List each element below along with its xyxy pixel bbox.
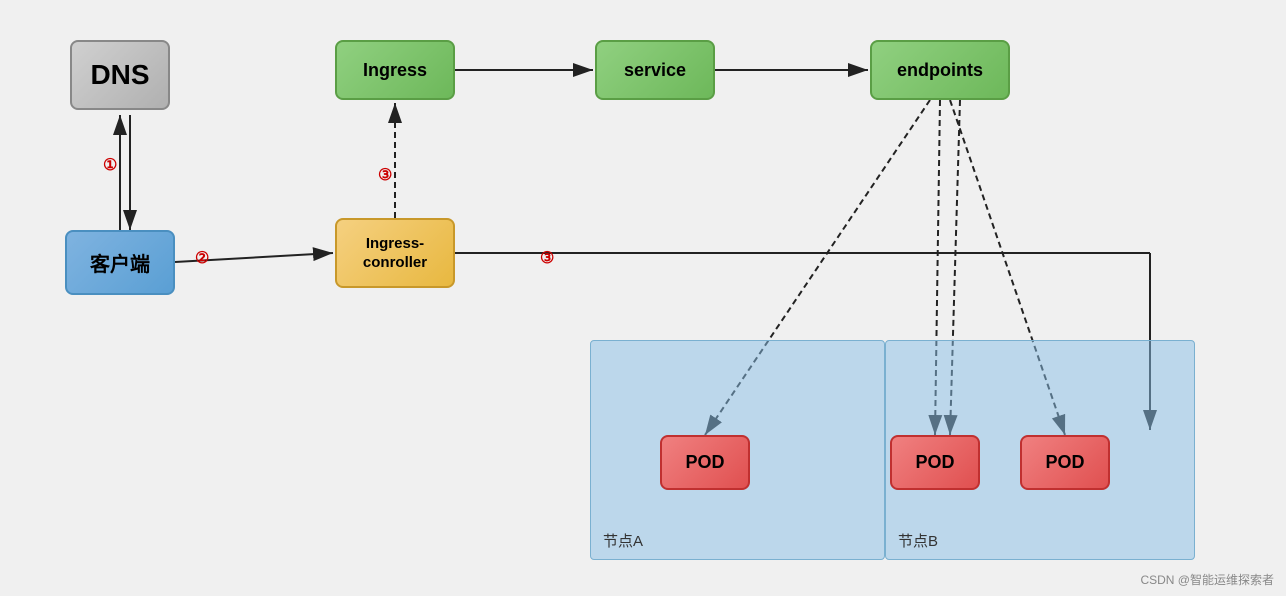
step-3b-label: ③ <box>540 248 554 268</box>
dns-box: DNS <box>70 40 170 110</box>
step-3a-label: ③ <box>378 165 392 185</box>
pod3-label: POD <box>1045 452 1084 473</box>
client-label: 客户端 <box>90 248 150 277</box>
ingress-label: Ingress <box>363 60 427 81</box>
diagram-container: DNS 客户端 Ingress service endpoints Ingres… <box>0 0 1286 596</box>
pod1-box: POD <box>660 435 750 490</box>
pod1-label: POD <box>685 452 724 473</box>
pod2-box: POD <box>890 435 980 490</box>
endpoints-box: endpoints <box>870 40 1010 100</box>
step-2-label: ② <box>195 248 209 268</box>
pod3-box: POD <box>1020 435 1110 490</box>
dns-label: DNS <box>90 59 149 91</box>
ingress-controller-label: Ingress-conroller <box>363 234 427 273</box>
node-a-label: 节点A <box>603 530 643 551</box>
client-box: 客户端 <box>65 230 175 295</box>
service-box: service <box>595 40 715 100</box>
service-label: service <box>624 60 686 81</box>
node-b-label: 节点B <box>898 530 938 551</box>
watermark: CSDN @智能运维探索者 <box>1140 571 1274 588</box>
step-1-label: ① <box>103 155 117 175</box>
ingress-controller-box: Ingress-conroller <box>335 218 455 288</box>
endpoints-label: endpoints <box>897 60 983 81</box>
ingress-box: Ingress <box>335 40 455 100</box>
pod2-label: POD <box>915 452 954 473</box>
